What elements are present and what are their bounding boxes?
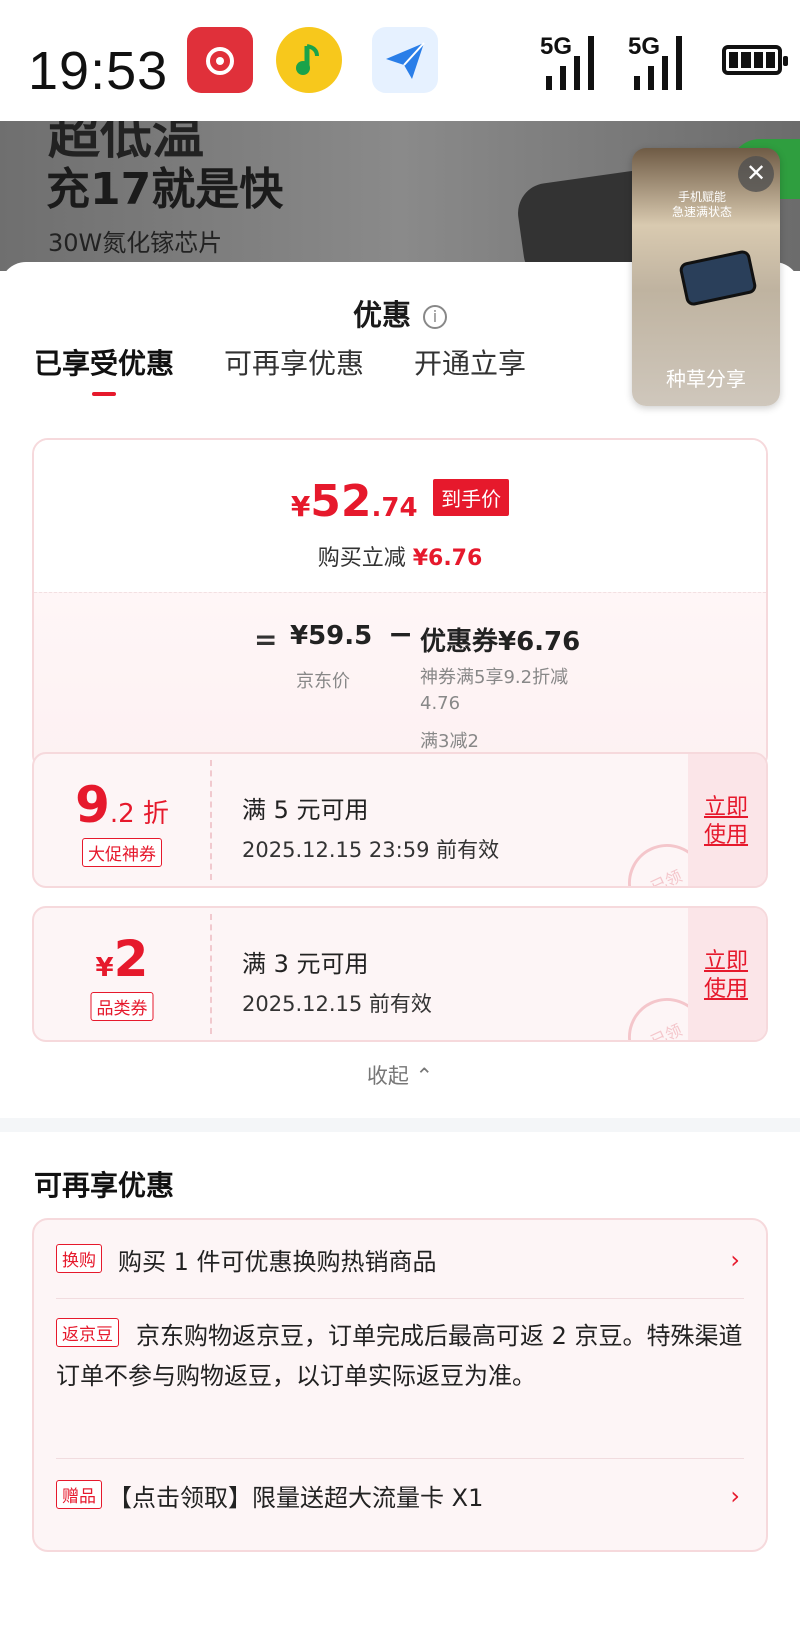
price-breakdown: = ¥59.5 京东价 − 优惠券¥6.76 神券满5享9.2折减4.76 满3… xyxy=(34,592,766,769)
floating-video[interactable]: ✕ 手机赋能 急速满状态 种草分享 xyxy=(632,148,780,406)
coupon-type-badge: 品类券 xyxy=(90,992,154,1021)
jd-price-label: 京东价 xyxy=(296,671,350,692)
coupon-detail: 神券满5享9.2折减4.76 xyxy=(420,667,569,714)
section-divider xyxy=(0,1118,800,1132)
banner-title: 充17就是快 xyxy=(46,164,284,215)
discount-sheet: 优惠 i 已享受优惠 可再享优惠 开通立享 ¥52.74 到手价 购买立减 ¥6.… xyxy=(0,262,800,1652)
collapse-button[interactable]: 收起 ⌃ xyxy=(0,1060,800,1090)
final-price: ¥52.74 到手价 xyxy=(34,476,766,527)
coupon-condition: 满 5 元可用 xyxy=(242,796,369,824)
coupon-detail: 满3减2 xyxy=(420,731,479,752)
send-plane-icon xyxy=(372,27,438,93)
coupon-type-badge: 大促神券 xyxy=(82,838,162,867)
qq-music-icon xyxy=(276,27,342,93)
discount-tabs: 已享受优惠 可再享优惠 开通立享 xyxy=(34,342,526,396)
use-now-button[interactable]: 立即使用 xyxy=(688,908,766,1040)
signal-5g-icon: 5G xyxy=(540,33,594,90)
close-icon[interactable]: ✕ xyxy=(738,156,774,192)
info-icon[interactable]: i xyxy=(423,305,447,329)
coupon-expiry: 2025.12.15 前有效 xyxy=(242,992,432,1016)
final-price-badge: 到手价 xyxy=(433,479,510,516)
instant-reduce: 购买立减 ¥6.76 xyxy=(317,546,483,571)
perk-tag: 换购 xyxy=(56,1244,102,1273)
coupon-value: 9.2 折 xyxy=(75,776,169,834)
section-title-more: 可再享优惠 xyxy=(34,1169,175,1202)
coupon-total: 优惠券¥6.76 xyxy=(420,627,581,657)
perk-tag: 返京豆 xyxy=(56,1318,119,1347)
coupon-value: ¥2 xyxy=(95,930,149,988)
status-bar: 19:53 5G 5G xyxy=(0,0,800,121)
svg-text:5G: 5G xyxy=(540,33,572,60)
banner-subtitle: 30W氮化镓芯片 xyxy=(48,229,223,257)
netease-music-icon xyxy=(187,27,253,93)
perk-item-exchange[interactable]: 换购 购买 1 件可优惠换购热销商品 › xyxy=(56,1242,744,1282)
use-now-button[interactable]: 立即使用 xyxy=(688,754,766,886)
status-time: 19:53 xyxy=(28,41,169,101)
jd-price: ¥59.5 xyxy=(290,621,373,651)
final-price-card: ¥52.74 到手价 购买立减 ¥6.76 = ¥59.5 京东价 − 优惠券¥… xyxy=(32,438,768,771)
more-perks-card: 换购 购买 1 件可优惠换购热销商品 › 返京豆 京东购物返京豆，订单完成后最高… xyxy=(32,1218,768,1552)
chevron-right-icon: › xyxy=(730,1482,740,1510)
video-label: 种草分享 xyxy=(666,367,746,391)
svg-text:5G: 5G xyxy=(628,33,660,60)
coupon-card: 9.2 折 大促神券 满 5 元可用 2025.12.15 23:59 前有效 … xyxy=(32,752,768,888)
chevron-right-icon: › xyxy=(730,1246,740,1274)
tab-activate[interactable]: 开通立享 xyxy=(414,342,526,382)
coupon-expiry: 2025.12.15 23:59 前有效 xyxy=(242,838,500,862)
battery-icon xyxy=(722,45,788,75)
signal-5g-icon: 5G xyxy=(628,33,682,90)
coupon-card: ¥2 品类券 满 3 元可用 2025.12.15 前有效 已领 立即使用 xyxy=(32,906,768,1042)
perk-item-gift[interactable]: 赠品 【点击领取】限量送超大流量卡 X1 › xyxy=(56,1478,744,1518)
phone-image xyxy=(678,248,758,308)
tab-enjoyed[interactable]: 已享受优惠 xyxy=(34,342,174,396)
perk-tag: 赠品 xyxy=(56,1480,102,1509)
coupon-condition: 满 3 元可用 xyxy=(242,950,369,978)
perk-item-jd-beans: 返京豆 京东购物返京豆，订单完成后最高可返 2 京豆。特殊渠道订单不参与购物返豆… xyxy=(56,1316,744,1396)
video-caption: 手机赋能 急速满状态 xyxy=(672,190,733,219)
tab-more-discounts[interactable]: 可再享优惠 xyxy=(224,342,364,382)
